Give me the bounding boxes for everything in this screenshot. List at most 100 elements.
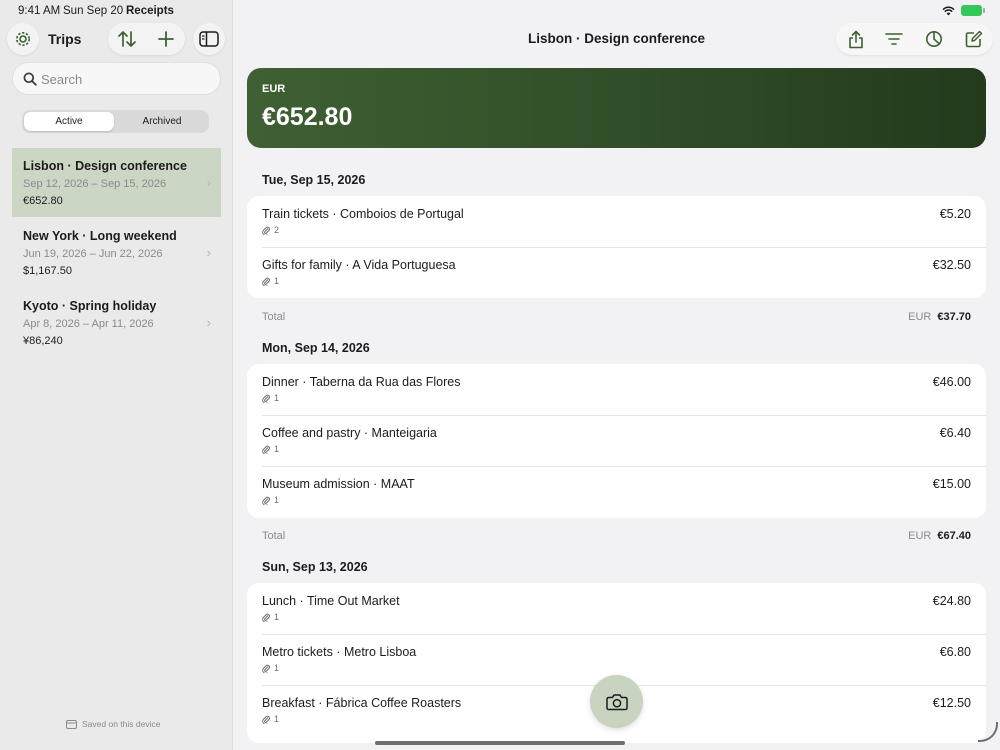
saved-status: Saved on this device	[66, 719, 160, 729]
attachment-count: 1	[262, 612, 279, 622]
receipt-amount: €5.20	[939, 207, 971, 221]
receipt-amount: €6.80	[939, 645, 971, 659]
add-trip-button[interactable]	[147, 23, 185, 55]
trip-dates: Jun 19, 2026 – Jun 22, 2026	[23, 248, 163, 260]
receipt-title: Museum admission · MAAT	[262, 477, 415, 491]
day-header: Sun, Sep 13, 2026	[262, 560, 368, 574]
attachment-count: 2	[262, 225, 279, 235]
day-total-currency: EUR	[908, 530, 932, 542]
receipt-card: Train tickets · Comboios de Portugal 2 €…	[247, 196, 986, 298]
gear-icon	[16, 32, 30, 46]
camera-icon	[605, 693, 628, 710]
receipt-row[interactable]: Coffee and pastry · Manteigaria 1 €6.40	[247, 415, 986, 467]
status-date: Sun Sep 20	[63, 5, 124, 17]
day-total-value: €67.40	[937, 530, 971, 542]
trip-total-banner: EUR €652.80	[247, 68, 986, 148]
plus-icon	[158, 31, 174, 47]
chart-icon	[926, 31, 942, 47]
attachment-count-value: 1	[274, 276, 280, 286]
paperclip-icon	[262, 496, 270, 505]
filter-icon	[885, 33, 903, 45]
paperclip-icon	[262, 613, 270, 622]
search-field[interactable]	[12, 62, 221, 95]
share-button[interactable]	[836, 23, 876, 55]
paperclip-icon	[262, 715, 270, 724]
trip-filter-segmented-control: Active Archived	[22, 110, 209, 133]
trip-name: Lisbon · Design conference	[23, 159, 187, 173]
receipt-title: Coffee and pastry · Manteigaria	[262, 426, 437, 440]
paperclip-icon	[262, 445, 270, 454]
receipt-title: Lunch · Time Out Market	[262, 594, 400, 608]
sidebar-toggle-icon	[199, 31, 219, 47]
receipt-title: Dinner · Taberna da Rua das Flores	[262, 375, 461, 389]
chevron-right-icon: ›	[206, 245, 211, 260]
sidebar: Trips Active Archived Lisbon · Design co…	[0, 0, 233, 750]
attachment-count-value: 1	[274, 714, 280, 724]
trip-total: ¥86,240	[23, 335, 63, 347]
chart-button[interactable]	[914, 23, 954, 55]
device-icon	[66, 719, 77, 729]
receipt-title: Train tickets · Comboios de Portugal	[262, 207, 464, 221]
filter-button[interactable]	[874, 23, 914, 55]
trip-total: $1,167.50	[23, 265, 72, 277]
detail-toolbar	[836, 23, 993, 55]
attachment-count-value: 1	[274, 393, 280, 403]
attachment-count: 1	[262, 714, 279, 724]
paperclip-icon	[262, 226, 270, 235]
status-app-name: Receipts	[126, 5, 174, 17]
status-bar: 9:41 AM Sun Sep 20 Receipts	[0, 0, 1000, 22]
receipt-amount: €12.50	[932, 696, 971, 710]
banner-amount: €652.80	[262, 103, 353, 131]
trip-dates: Sep 12, 2026 – Sep 15, 2026	[23, 178, 167, 190]
receipt-row[interactable]: Gifts for family · A Vida Portuguesa 1 €…	[247, 247, 986, 299]
camera-button[interactable]	[590, 675, 643, 728]
sidebar-actions	[108, 23, 185, 55]
battery-icon	[961, 5, 985, 16]
trip-list-item[interactable]: Kyoto · Spring holiday Apr 8, 2026 – Apr…	[12, 288, 221, 357]
trip-detail: Lisbon · Design conference EUR €652.80 T…	[233, 0, 1000, 750]
attachment-count-value: 1	[274, 444, 280, 454]
banner-currency: EUR	[262, 83, 286, 95]
saved-note-text: Saved on this device	[82, 719, 161, 729]
sidebar-toggle-button[interactable]	[193, 23, 225, 55]
day-total-value: €37.70	[937, 311, 971, 323]
attachment-count-value: 1	[274, 495, 280, 505]
chevron-right-icon: ›	[206, 175, 211, 190]
day-header: Mon, Sep 14, 2026	[262, 341, 370, 355]
receipt-row[interactable]: Museum admission · MAAT 1 €15.00	[247, 466, 986, 518]
search-icon	[23, 72, 37, 86]
receipt-row[interactable]: Lunch · Time Out Market 1 €24.80	[247, 583, 986, 635]
compose-button[interactable]	[954, 23, 994, 55]
search-input[interactable]	[41, 70, 211, 88]
day-total-currency: EUR	[908, 311, 932, 323]
trip-name: New York · Long weekend	[23, 229, 177, 243]
trip-name: Kyoto · Spring holiday	[23, 299, 157, 313]
receipt-row[interactable]: Dinner · Taberna da Rua das Flores 1 €46…	[247, 364, 986, 416]
sidebar-title: Trips	[48, 31, 82, 47]
attachment-count: 1	[262, 444, 279, 454]
attachment-count-value: 2	[274, 225, 280, 235]
trip-list-item[interactable]: New York · Long weekend Jun 19, 2026 – J…	[12, 218, 221, 287]
receipt-amount: €15.00	[932, 477, 971, 491]
attachment-count: 1	[262, 663, 279, 673]
receipt-title: Breakfast · Fábrica Coffee Roasters	[262, 696, 462, 710]
chevron-right-icon: ›	[206, 315, 211, 330]
sort-icon	[118, 31, 136, 47]
settings-button[interactable]	[7, 23, 39, 55]
status-time: 9:41 AM	[18, 5, 61, 17]
home-indicator[interactable]	[375, 741, 625, 745]
receipt-row[interactable]: Train tickets · Comboios de Portugal 2 €…	[247, 196, 986, 248]
sort-button[interactable]	[108, 23, 146, 55]
segment-active[interactable]: Active	[24, 112, 114, 131]
attachment-count-value: 1	[274, 612, 280, 622]
receipt-amount: €32.50	[932, 258, 971, 272]
receipt-amount: €24.80	[932, 594, 971, 608]
day-total-label: Total	[262, 530, 286, 542]
attachment-count: 1	[262, 276, 279, 286]
segment-archived[interactable]: Archived	[117, 112, 207, 131]
trip-list-item[interactable]: Lisbon · Design conference Sep 12, 2026 …	[12, 148, 221, 217]
trip-total: €652.80	[23, 195, 63, 207]
attachment-count: 1	[262, 495, 279, 505]
attachment-count-value: 1	[274, 663, 280, 673]
receipt-amount: €46.00	[932, 375, 971, 389]
